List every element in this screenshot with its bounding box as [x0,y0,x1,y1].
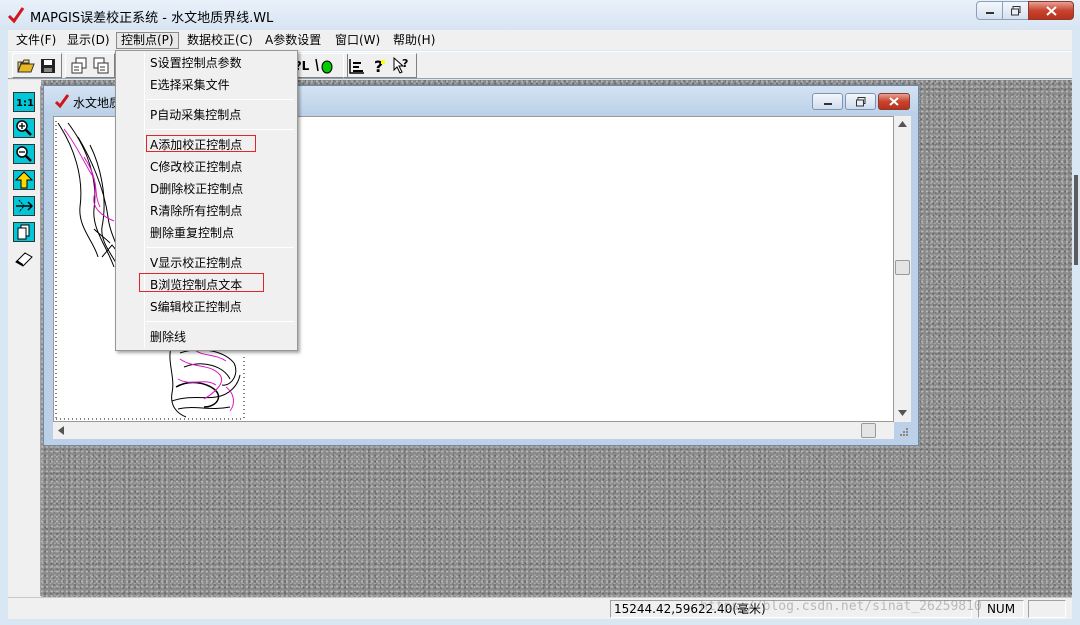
close-icon [889,97,899,106]
child-maximize-button[interactable] [845,93,876,110]
zoom-in-button[interactable] [11,116,36,140]
menu-clear-all-control-points[interactable]: R清除所有控制点 [150,202,242,220]
close-icon [1045,5,1057,16]
window-title: MAPGIS误差校正系统 - 水文地质界线.WL [30,11,274,26]
status-panel-empty [1028,600,1066,618]
menu-bar: 文件(F) 显示(D) 控制点(P) 数据校正(C) A参数设置 窗口(W) 帮… [8,30,1072,50]
child-check-icon [54,94,70,109]
pan-button[interactable] [11,194,36,218]
help-question-icon: ? [374,57,385,75]
close-button[interactable] [1028,1,1074,20]
menu-parameter-settings[interactable]: A参数设置 [261,32,325,49]
point-tool-button[interactable] [313,55,335,77]
menu-help[interactable]: 帮助(H) [389,32,439,49]
child-close-button[interactable] [878,93,910,110]
up-arrow-icon [12,170,35,190]
refresh-button[interactable] [11,220,36,244]
main-window: MAPGIS误差校正系统 - 水文地质界线.WL 文件(F) 显示(D) 控制点… [0,0,1080,625]
minimize-button[interactable] [976,1,1003,20]
app-check-icon [7,7,25,24]
svg-text:?: ? [374,57,383,75]
scroll-left-icon [58,426,64,435]
window-right-edge [1072,30,1080,625]
import-pages-icon [93,57,109,73]
menu-show-correction-control-points[interactable]: V显示校正控制点 [150,254,242,272]
actual-size-button[interactable]: 1:1 [11,90,36,114]
menu-delete-duplicate-control-points[interactable]: 删除重复控制点 [150,224,234,242]
menu-delete-correction-control-point[interactable]: D删除校正控制点 [150,180,243,198]
help-button[interactable]: ? [368,55,390,77]
menu-edit-correction-control-points[interactable]: S编辑校正控制点 [150,298,242,316]
open-folder-icon [17,59,35,72]
save-disk-icon [41,58,55,73]
menu-delete-line[interactable]: 删除线 [150,328,186,346]
import-button[interactable] [90,55,112,77]
watermark-url: https://blog.csdn.net/sinat_26259810 [700,599,982,614]
horizontal-scrollbar[interactable] [53,422,894,439]
menu-separator [146,247,294,248]
menu-data-correction[interactable]: 数据校正(C) [183,32,257,49]
menu-display[interactable]: 显示(D) [63,32,114,49]
one-to-one-icon: 1:1 [12,92,35,112]
menu-edit-correction-control-point[interactable]: C修改校正控制点 [150,158,242,176]
save-button[interactable] [37,55,59,77]
title-bar: MAPGIS误差校正系统 - 水文地质界线.WL [0,0,1080,30]
svg-text:1:1: 1:1 [16,98,34,109]
menu-control-points[interactable]: 控制点(P) [116,32,179,49]
zoom-out-icon [12,144,35,164]
background-scrollbar-fragment [1074,175,1078,265]
menu-auto-capture-control-points[interactable]: P自动采集控制点 [150,106,241,124]
pan-arrows-icon [12,196,35,216]
eraser-icon [14,252,33,267]
move-up-button[interactable] [11,168,36,192]
export-pages-icon [71,57,87,73]
control-points-menu: S设置控制点参数 E选择采集文件 P自动采集控制点 A添加校正控制点 C修改校正… [115,50,298,351]
vertical-scrollbar[interactable] [894,116,911,422]
menu-separator [146,321,294,322]
erase-button[interactable] [11,246,36,270]
status-num-lock: NUM [978,600,1024,618]
highlight-box-browse-control-text [139,273,264,292]
minimize-icon [823,102,832,105]
context-help-button[interactable]: ? [390,55,412,77]
menu-select-capture-file[interactable]: E选择采集文件 [150,76,230,94]
export-button[interactable] [68,55,90,77]
zoom-in-icon [12,118,35,138]
green-point-icon [315,58,333,73]
bar-chart-icon [349,58,364,74]
menu-set-control-point-params[interactable]: S设置控制点参数 [150,54,242,72]
menu-separator [146,99,294,100]
menu-separator [146,129,294,130]
highlight-box-add-control-point [146,135,256,152]
restore-icon [855,96,865,106]
resize-grip-icon [900,428,908,436]
maximize-button[interactable] [1002,1,1029,20]
svg-text:?: ? [402,57,408,70]
scroll-up-icon [898,121,907,127]
scroll-down-icon [898,410,907,416]
open-file-button[interactable] [15,55,37,77]
context-help-icon: ? [393,56,408,74]
copy-pages-icon [12,222,35,242]
view-toolbar: 1:1 [8,86,41,596]
menu-window[interactable]: 窗口(W) [331,32,384,49]
zoom-out-button[interactable] [11,142,36,166]
chart-button[interactable] [346,55,368,77]
restore-icon [1010,5,1020,15]
child-minimize-button[interactable] [812,93,843,110]
vertical-scroll-thumb[interactable] [895,260,910,275]
menu-file[interactable]: 文件(F) [12,32,60,49]
minimize-icon [985,11,994,14]
horizontal-scroll-thumb[interactable] [861,423,876,438]
